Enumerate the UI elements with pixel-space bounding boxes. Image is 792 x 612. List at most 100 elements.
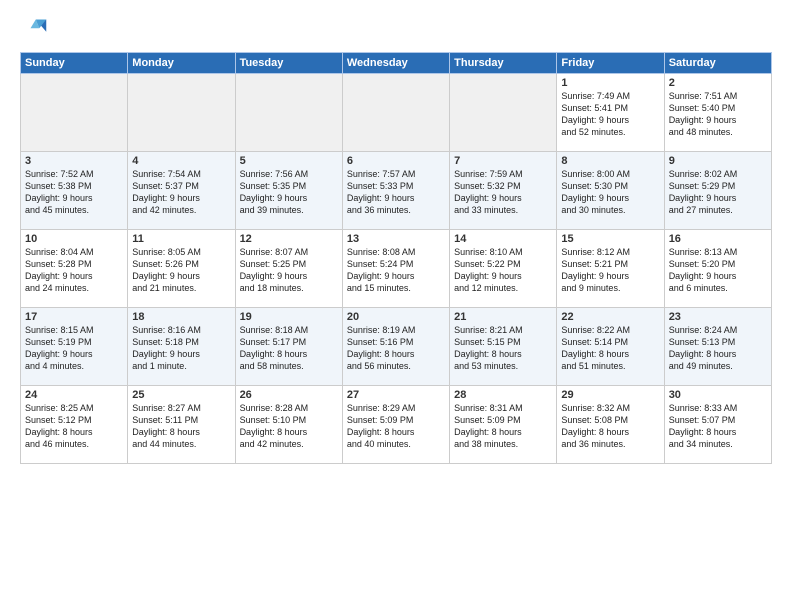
day-cell: 15Sunrise: 8:12 AM Sunset: 5:21 PM Dayli… (557, 230, 664, 308)
day-number: 13 (347, 233, 445, 245)
day-cell: 19Sunrise: 8:18 AM Sunset: 5:17 PM Dayli… (235, 308, 342, 386)
day-cell: 22Sunrise: 8:22 AM Sunset: 5:14 PM Dayli… (557, 308, 664, 386)
day-number: 11 (132, 233, 230, 245)
day-cell: 17Sunrise: 8:15 AM Sunset: 5:19 PM Dayli… (21, 308, 128, 386)
day-cell: 16Sunrise: 8:13 AM Sunset: 5:20 PM Dayli… (664, 230, 771, 308)
day-info: Sunrise: 8:32 AM Sunset: 5:08 PM Dayligh… (561, 402, 659, 451)
week-row-4: 17Sunrise: 8:15 AM Sunset: 5:19 PM Dayli… (21, 308, 772, 386)
day-info: Sunrise: 8:24 AM Sunset: 5:13 PM Dayligh… (669, 324, 767, 373)
day-info: Sunrise: 8:18 AM Sunset: 5:17 PM Dayligh… (240, 324, 338, 373)
day-info: Sunrise: 8:21 AM Sunset: 5:15 PM Dayligh… (454, 324, 552, 373)
day-info: Sunrise: 8:15 AM Sunset: 5:19 PM Dayligh… (25, 324, 123, 373)
day-number: 1 (561, 77, 659, 89)
day-number: 27 (347, 389, 445, 401)
day-number: 19 (240, 311, 338, 323)
day-cell (342, 74, 449, 152)
day-cell: 8Sunrise: 8:00 AM Sunset: 5:30 PM Daylig… (557, 152, 664, 230)
day-info: Sunrise: 8:28 AM Sunset: 5:10 PM Dayligh… (240, 402, 338, 451)
day-number: 2 (669, 77, 767, 89)
day-cell: 21Sunrise: 8:21 AM Sunset: 5:15 PM Dayli… (450, 308, 557, 386)
day-number: 20 (347, 311, 445, 323)
day-cell: 3Sunrise: 7:52 AM Sunset: 5:38 PM Daylig… (21, 152, 128, 230)
day-cell: 11Sunrise: 8:05 AM Sunset: 5:26 PM Dayli… (128, 230, 235, 308)
weekday-header-thursday: Thursday (450, 53, 557, 74)
day-cell: 26Sunrise: 8:28 AM Sunset: 5:10 PM Dayli… (235, 386, 342, 464)
day-cell: 25Sunrise: 8:27 AM Sunset: 5:11 PM Dayli… (128, 386, 235, 464)
day-info: Sunrise: 7:52 AM Sunset: 5:38 PM Dayligh… (25, 168, 123, 217)
day-info: Sunrise: 8:19 AM Sunset: 5:16 PM Dayligh… (347, 324, 445, 373)
day-info: Sunrise: 8:27 AM Sunset: 5:11 PM Dayligh… (132, 402, 230, 451)
day-cell: 13Sunrise: 8:08 AM Sunset: 5:24 PM Dayli… (342, 230, 449, 308)
day-info: Sunrise: 7:51 AM Sunset: 5:40 PM Dayligh… (669, 90, 767, 139)
day-info: Sunrise: 8:10 AM Sunset: 5:22 PM Dayligh… (454, 246, 552, 295)
day-number: 10 (25, 233, 123, 245)
day-cell: 1Sunrise: 7:49 AM Sunset: 5:41 PM Daylig… (557, 74, 664, 152)
week-row-1: 1Sunrise: 7:49 AM Sunset: 5:41 PM Daylig… (21, 74, 772, 152)
day-cell: 29Sunrise: 8:32 AM Sunset: 5:08 PM Dayli… (557, 386, 664, 464)
day-info: Sunrise: 8:25 AM Sunset: 5:12 PM Dayligh… (25, 402, 123, 451)
day-number: 26 (240, 389, 338, 401)
day-info: Sunrise: 8:08 AM Sunset: 5:24 PM Dayligh… (347, 246, 445, 295)
week-row-5: 24Sunrise: 8:25 AM Sunset: 5:12 PM Dayli… (21, 386, 772, 464)
day-info: Sunrise: 8:07 AM Sunset: 5:25 PM Dayligh… (240, 246, 338, 295)
day-info: Sunrise: 8:04 AM Sunset: 5:28 PM Dayligh… (25, 246, 123, 295)
day-info: Sunrise: 7:59 AM Sunset: 5:32 PM Dayligh… (454, 168, 552, 217)
day-number: 15 (561, 233, 659, 245)
day-cell: 6Sunrise: 7:57 AM Sunset: 5:33 PM Daylig… (342, 152, 449, 230)
day-number: 9 (669, 155, 767, 167)
day-number: 24 (25, 389, 123, 401)
day-number: 17 (25, 311, 123, 323)
day-info: Sunrise: 7:49 AM Sunset: 5:41 PM Dayligh… (561, 90, 659, 139)
weekday-header-friday: Friday (557, 53, 664, 74)
day-number: 23 (669, 311, 767, 323)
day-info: Sunrise: 8:31 AM Sunset: 5:09 PM Dayligh… (454, 402, 552, 451)
day-number: 12 (240, 233, 338, 245)
week-row-3: 10Sunrise: 8:04 AM Sunset: 5:28 PM Dayli… (21, 230, 772, 308)
logo (20, 16, 52, 44)
day-cell: 10Sunrise: 8:04 AM Sunset: 5:28 PM Dayli… (21, 230, 128, 308)
day-info: Sunrise: 7:54 AM Sunset: 5:37 PM Dayligh… (132, 168, 230, 217)
day-number: 22 (561, 311, 659, 323)
logo-icon (20, 16, 48, 44)
day-info: Sunrise: 8:05 AM Sunset: 5:26 PM Dayligh… (132, 246, 230, 295)
day-number: 6 (347, 155, 445, 167)
day-cell: 20Sunrise: 8:19 AM Sunset: 5:16 PM Dayli… (342, 308, 449, 386)
day-number: 4 (132, 155, 230, 167)
day-cell (235, 74, 342, 152)
day-info: Sunrise: 8:12 AM Sunset: 5:21 PM Dayligh… (561, 246, 659, 295)
day-cell: 30Sunrise: 8:33 AM Sunset: 5:07 PM Dayli… (664, 386, 771, 464)
day-cell: 2Sunrise: 7:51 AM Sunset: 5:40 PM Daylig… (664, 74, 771, 152)
day-number: 16 (669, 233, 767, 245)
day-number: 18 (132, 311, 230, 323)
day-cell: 24Sunrise: 8:25 AM Sunset: 5:12 PM Dayli… (21, 386, 128, 464)
page: SundayMondayTuesdayWednesdayThursdayFrid… (0, 0, 792, 612)
day-info: Sunrise: 7:57 AM Sunset: 5:33 PM Dayligh… (347, 168, 445, 217)
weekday-header-saturday: Saturday (664, 53, 771, 74)
day-number: 5 (240, 155, 338, 167)
week-row-2: 3Sunrise: 7:52 AM Sunset: 5:38 PM Daylig… (21, 152, 772, 230)
day-cell: 4Sunrise: 7:54 AM Sunset: 5:37 PM Daylig… (128, 152, 235, 230)
day-cell (450, 74, 557, 152)
day-cell: 9Sunrise: 8:02 AM Sunset: 5:29 PM Daylig… (664, 152, 771, 230)
day-cell: 7Sunrise: 7:59 AM Sunset: 5:32 PM Daylig… (450, 152, 557, 230)
day-info: Sunrise: 8:13 AM Sunset: 5:20 PM Dayligh… (669, 246, 767, 295)
day-cell: 23Sunrise: 8:24 AM Sunset: 5:13 PM Dayli… (664, 308, 771, 386)
day-cell: 12Sunrise: 8:07 AM Sunset: 5:25 PM Dayli… (235, 230, 342, 308)
day-number: 14 (454, 233, 552, 245)
day-info: Sunrise: 8:29 AM Sunset: 5:09 PM Dayligh… (347, 402, 445, 451)
calendar-table: SundayMondayTuesdayWednesdayThursdayFrid… (20, 52, 772, 464)
day-number: 3 (25, 155, 123, 167)
day-info: Sunrise: 8:33 AM Sunset: 5:07 PM Dayligh… (669, 402, 767, 451)
day-info: Sunrise: 8:02 AM Sunset: 5:29 PM Dayligh… (669, 168, 767, 217)
day-info: Sunrise: 7:56 AM Sunset: 5:35 PM Dayligh… (240, 168, 338, 217)
day-cell (128, 74, 235, 152)
weekday-header-wednesday: Wednesday (342, 53, 449, 74)
day-cell: 27Sunrise: 8:29 AM Sunset: 5:09 PM Dayli… (342, 386, 449, 464)
day-cell: 5Sunrise: 7:56 AM Sunset: 5:35 PM Daylig… (235, 152, 342, 230)
weekday-header-sunday: Sunday (21, 53, 128, 74)
day-number: 28 (454, 389, 552, 401)
day-cell: 28Sunrise: 8:31 AM Sunset: 5:09 PM Dayli… (450, 386, 557, 464)
day-cell: 14Sunrise: 8:10 AM Sunset: 5:22 PM Dayli… (450, 230, 557, 308)
day-cell: 18Sunrise: 8:16 AM Sunset: 5:18 PM Dayli… (128, 308, 235, 386)
day-number: 8 (561, 155, 659, 167)
